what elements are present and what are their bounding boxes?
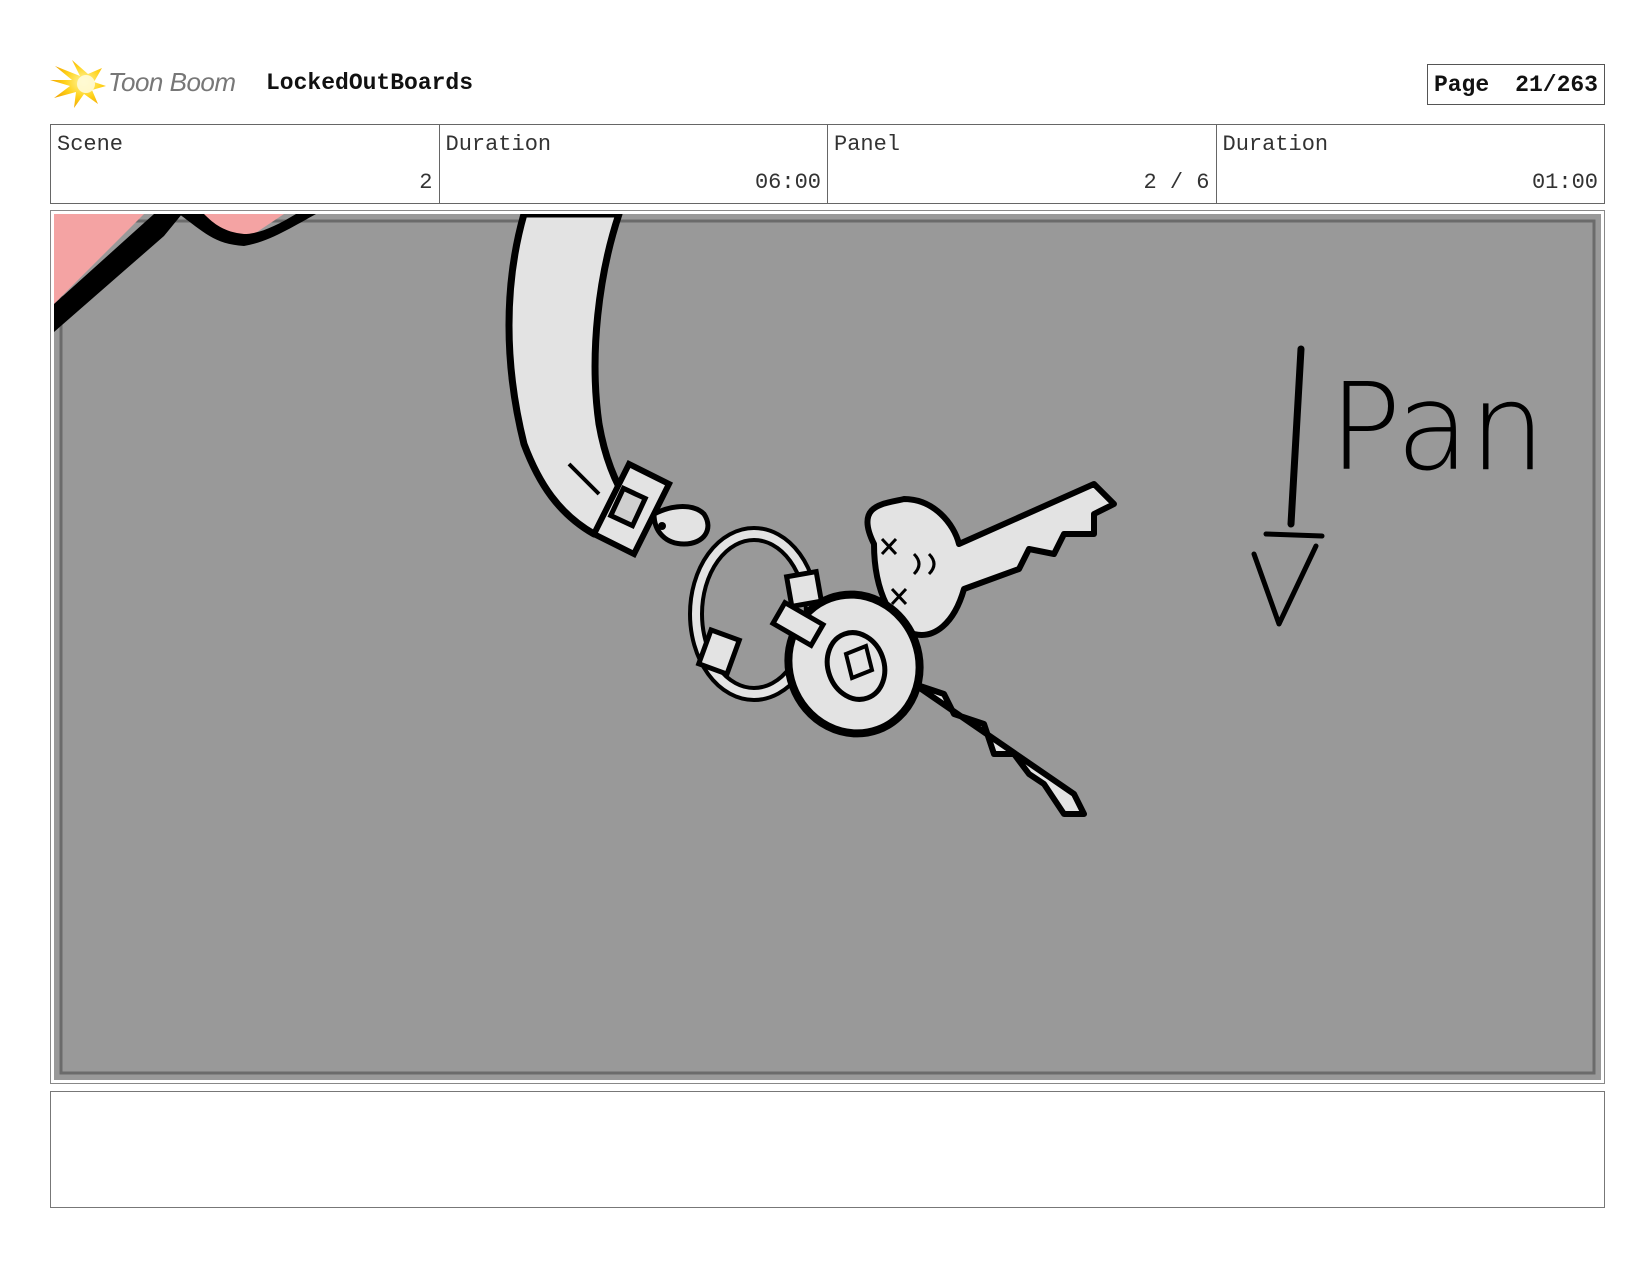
panel-duration-value: 01:00 — [1531, 170, 1598, 195]
scene-duration-value: 06:00 — [754, 170, 821, 195]
storyboard-panel-frame: Pan — [50, 210, 1605, 1084]
panel-label: Panel — [834, 132, 901, 157]
scene-value: 2 — [419, 170, 433, 195]
panel-duration-cell: Duration 01:00 — [1217, 125, 1605, 203]
scene-duration-label: Duration — [445, 132, 552, 157]
panel-duration-label: Duration — [1222, 132, 1329, 157]
scene-label: Scene — [57, 132, 124, 157]
project-title: LockedOutBoards — [266, 70, 474, 96]
page-number: 21/263 — [1515, 71, 1598, 98]
panel-value: 2 / 6 — [1143, 170, 1210, 195]
toon-boom-logo: Toon Boom — [50, 58, 250, 108]
storyboard-drawing: Pan — [54, 214, 1601, 1080]
logo-text: Toon Boom — [108, 67, 236, 97]
pan-label: Pan — [1329, 359, 1546, 498]
scene-duration-cell: Duration 06:00 — [440, 125, 828, 203]
starburst-icon — [50, 60, 106, 108]
page-indicator: Page 21/263 — [1426, 64, 1605, 105]
panel-notes-area[interactable] — [50, 1091, 1605, 1208]
page-label: Page — [1433, 71, 1490, 98]
panel-cell: Panel 2 / 6 — [828, 125, 1217, 203]
panel-info-strip: Scene 2 Duration 06:00 Panel 2 / 6 Durat… — [50, 124, 1605, 204]
scene-cell: Scene 2 — [51, 125, 440, 203]
page-header: Toon Boom LockedOutBoards Page 21/263 — [50, 58, 1605, 108]
